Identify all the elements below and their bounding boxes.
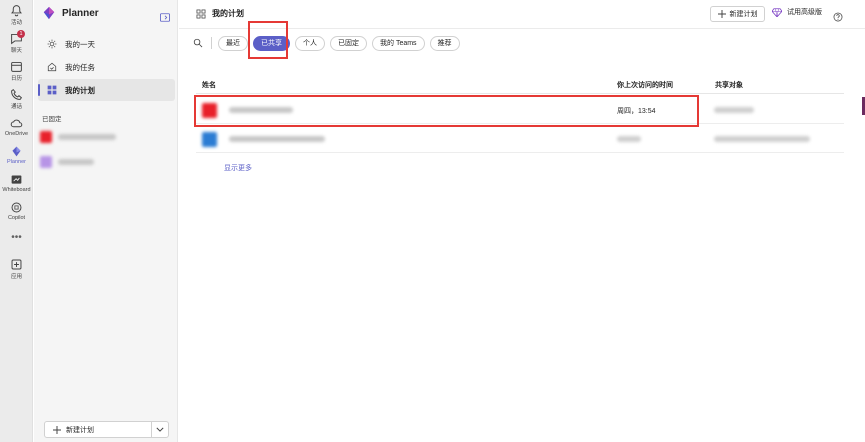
more-apps-icon[interactable]: ••• [0, 232, 33, 243]
grid-icon [46, 85, 57, 96]
new-plan-dropdown[interactable] [151, 421, 169, 438]
highlight-box-filter [248, 21, 288, 59]
nav-my-day[interactable]: 我的一天 [38, 33, 175, 55]
app-rail: 活动 1 聊天 日历 通话 OneDrive Planner Whiteboar… [0, 0, 33, 442]
phone-icon [11, 88, 23, 100]
new-plan-top-button[interactable]: 新建计划 [710, 6, 765, 22]
plan-color-icon [202, 132, 217, 147]
column-header-shared-with[interactable]: 共享对象 [715, 80, 743, 90]
calendar-icon [11, 61, 22, 72]
rail-label: 聊天 [10, 48, 22, 54]
rail-label: 日历 [10, 76, 22, 82]
try-premium-button[interactable]: 试用高级版 [772, 7, 822, 17]
table-row[interactable] [196, 125, 844, 153]
page-title: 我的计划 [196, 8, 244, 19]
new-plan-label: 新建计划 [66, 426, 94, 434]
divider [211, 37, 212, 49]
cloud-icon [10, 119, 23, 128]
filter-pinned[interactable]: 已固定 [330, 35, 367, 51]
nav-label: 我的任务 [65, 62, 95, 72]
nav-label: 我的计划 [65, 85, 95, 95]
rail-label: Planner [7, 159, 26, 165]
redacted-plan-name [58, 134, 116, 140]
show-more-link[interactable]: 显示更多 [224, 163, 252, 173]
main-content: 我的计划 新建计划 试用高级版 最近 已共享 个人 已固定 我的 Teams 推… [179, 0, 865, 442]
filter-bar: 最近 已共享 个人 已固定 我的 Teams 推荐 [193, 34, 465, 52]
pinned-plan-item[interactable] [40, 155, 120, 169]
header-divider [196, 93, 844, 94]
rail-planner[interactable]: Planner [0, 145, 33, 171]
sun-icon [46, 39, 57, 50]
pinned-header: 已固定 [42, 116, 62, 123]
rail-label: Whiteboard [2, 187, 31, 193]
column-header-last-visited[interactable]: 你上次访问的时间 [617, 80, 673, 90]
planner-icon [12, 146, 21, 157]
rail-label: 应用 [10, 274, 22, 280]
plus-icon [717, 10, 726, 18]
active-indicator [38, 84, 40, 96]
rail-copilot[interactable]: Copilot [0, 201, 33, 227]
rail-calls[interactable]: 通话 [0, 88, 33, 114]
add-app-icon [11, 259, 22, 270]
copilot-icon [11, 202, 22, 213]
app-name: Planner [62, 7, 99, 19]
filter-my-teams[interactable]: 我的 Teams [372, 35, 425, 51]
rail-label: 通话 [10, 104, 22, 110]
highlight-box-row [194, 95, 699, 127]
whiteboard-icon [11, 175, 22, 184]
new-plan-top-label: 新建计划 [729, 11, 758, 18]
filter-recommended[interactable]: 推荐 [429, 35, 460, 51]
planner-logo-icon [43, 6, 55, 20]
redacted-plan-name [58, 159, 94, 165]
redacted-shared-with [714, 136, 810, 142]
redacted-last-visited [617, 136, 641, 142]
rail-onedrive[interactable]: OneDrive [0, 117, 33, 143]
nav-my-plans[interactable]: 我的计划 [38, 79, 175, 101]
redacted-plan-name [229, 136, 325, 142]
plan-color-icon [40, 156, 52, 168]
search-icon[interactable] [193, 38, 203, 48]
grid-outline-icon [196, 9, 206, 18]
page-title-text: 我的计划 [212, 9, 244, 18]
planner-nav: Planner 我的一天 我的任务 我的计划 已固定 新建计划 [34, 0, 178, 442]
nav-label: 我的一天 [65, 39, 95, 49]
home-task-icon [46, 62, 57, 73]
rail-calendar[interactable]: 日历 [0, 60, 33, 86]
diamond-icon [772, 7, 782, 17]
rail-label: 活动 [10, 20, 22, 26]
try-premium-label: 试用高级版 [787, 9, 822, 16]
help-icon[interactable] [833, 9, 843, 27]
rail-activity[interactable]: 活动 [0, 4, 33, 30]
nav-my-tasks[interactable]: 我的任务 [38, 56, 175, 78]
unread-badge: 1 [17, 30, 25, 38]
rail-label: OneDrive [4, 131, 29, 137]
plan-color-icon [40, 131, 52, 143]
filter-recent[interactable]: 最近 [218, 35, 248, 51]
brand: Planner [42, 6, 99, 20]
new-plan-button[interactable]: 新建计划 [44, 421, 152, 438]
filter-personal[interactable]: 个人 [295, 35, 325, 51]
chevron-down-icon [156, 427, 164, 432]
pinned-plan-item[interactable] [40, 130, 120, 144]
rail-apps[interactable]: 应用 [0, 258, 33, 284]
bell-icon [11, 5, 22, 17]
redacted-shared-with [714, 107, 754, 113]
rail-label: Copilot [7, 215, 26, 221]
plus-icon [53, 425, 61, 434]
collapse-pane-icon[interactable] [160, 9, 170, 27]
column-header-name[interactable]: 姓名 [202, 80, 216, 90]
rail-chat[interactable]: 1 聊天 [0, 30, 33, 58]
rail-whiteboard[interactable]: Whiteboard [0, 173, 33, 199]
